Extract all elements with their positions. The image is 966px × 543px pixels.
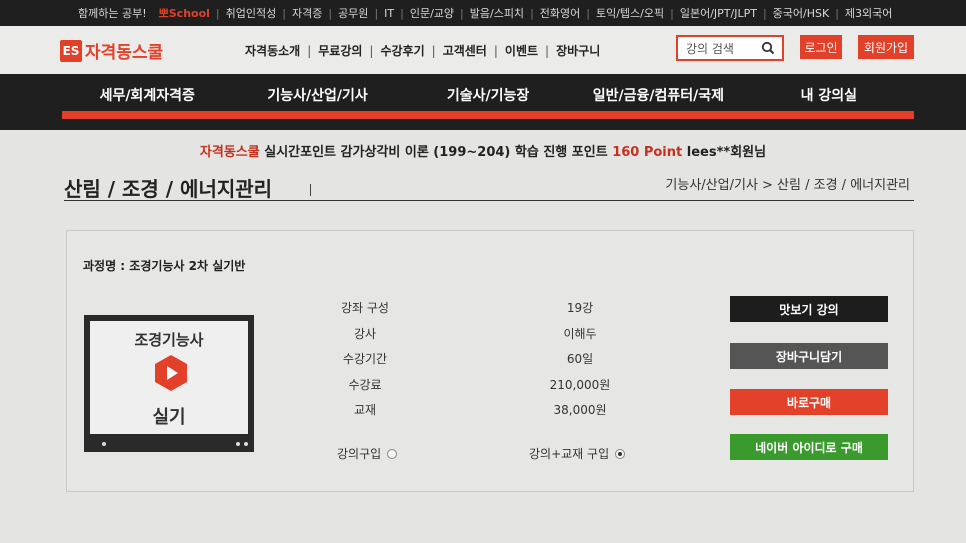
nav-events[interactable]: 이벤트: [498, 42, 545, 59]
course-panel: 과정명 : 조경기능사 2차 실기반 조경기능사 실기 강좌 구성 19강 강사…: [66, 230, 914, 492]
info-value: 210,000원: [549, 377, 611, 392]
naver-pay-button[interactable]: 네이버 아이디로 구매: [730, 434, 888, 460]
thumbnail-title: 조경기능사: [134, 331, 204, 349]
category-underline: [62, 111, 914, 119]
play-icon[interactable]: [155, 355, 187, 391]
login-button[interactable]: 로그인: [800, 35, 842, 59]
category-bar: 세무/회계자격증 기능사/산업/기사 기술사/기능장 일반/금융/컴퓨터/국제 …: [0, 74, 966, 130]
nav-cart[interactable]: 장바구니: [549, 42, 607, 59]
logo-text: 자격동스쿨: [85, 43, 164, 63]
title-divider: [310, 184, 311, 196]
topbar-link-toeic[interactable]: 토익/텝스/오픽: [590, 5, 670, 21]
tab-technician[interactable]: 기능사/산업/기사: [232, 74, 402, 116]
radio-lecture-book[interactable]: [615, 448, 626, 459]
tab-my-classroom[interactable]: 내 강의실: [744, 74, 914, 116]
points-text: 실시간포인트 감가상각비 이론 (199~204) 학습 진행 포인트: [264, 145, 608, 160]
course-info-table: 강좌 구성 19강 강사 이해두 수강기간 60일 수강료 210,000원 교…: [317, 295, 657, 423]
top-utility-bar: 함께하는 공부! 뽀School | 취업인적성 | 자격증 | 공무원 | I…: [0, 0, 966, 26]
thumbnail-indicator-icon: [102, 442, 106, 446]
info-value: 19강: [566, 301, 594, 316]
topbar-brand-link[interactable]: 뽀School: [153, 5, 216, 21]
info-row-composition: 강좌 구성 19강: [317, 295, 657, 321]
radio-lecture-only[interactable]: [387, 448, 398, 459]
option-lecture-label: 강의구입: [337, 447, 382, 461]
main-nav: 자격동소개 | 무료강의 | 수강후기 | 고객센터 | 이벤트 | 장바구니: [238, 42, 607, 59]
info-key: 수강료: [348, 377, 382, 392]
option-lecture-only[interactable]: 강의구입: [337, 445, 398, 462]
topbar-link-other-languages[interactable]: 제3외국어: [839, 5, 898, 21]
topbar-slogan: 함께하는 공부!: [78, 7, 147, 20]
option-lecture-book-label: 강의+교재 구입: [529, 447, 610, 461]
info-row-fee: 수강료 210,000원: [317, 372, 657, 398]
topbar-link-phone-english[interactable]: 전화영어: [534, 5, 586, 21]
info-key: 수강기간: [342, 352, 388, 367]
info-value: 이해두: [563, 326, 597, 341]
info-key: 강좌 구성: [341, 301, 389, 316]
tab-general-finance[interactable]: 일반/금융/컴퓨터/국제: [573, 74, 743, 116]
page-title: 산림 / 조경 / 에너지관리: [64, 177, 273, 201]
tab-professional-engineer[interactable]: 기술사/기능장: [403, 74, 573, 116]
buy-now-button[interactable]: 바로구매: [730, 389, 888, 415]
realtime-points-banner: 자격동스쿨 실시간포인트 감가상각비 이론 (199~204) 학습 진행 포인…: [0, 141, 966, 160]
site-logo[interactable]: ES 자격동스쿨: [60, 38, 163, 63]
search-input[interactable]: 강의 검색: [676, 35, 784, 61]
topbar-link-aptitude[interactable]: 취업인적성: [220, 5, 283, 21]
add-to-cart-button[interactable]: 장바구니담기: [730, 343, 888, 369]
nav-about[interactable]: 자격동소개: [238, 42, 307, 59]
tab-tax-accounting[interactable]: 세무/회계자격증: [62, 74, 232, 116]
thumbnail-subtitle: 실기: [152, 407, 186, 428]
search-placeholder: 강의 검색: [686, 41, 734, 56]
category-tabs: 세무/회계자격증 기능사/산업/기사 기술사/기능장 일반/금융/컴퓨터/국제 …: [62, 74, 914, 116]
nav-customer-center[interactable]: 고객센터: [436, 42, 494, 59]
info-row-instructor: 강사 이해두: [317, 321, 657, 347]
topbar-link-japanese[interactable]: 일본어/JPT/JLPT: [674, 5, 763, 21]
top-utility-links: 함께하는 공부! 뽀School | 취업인적성 | 자격증 | 공무원 | I…: [72, 0, 898, 26]
course-thumbnail[interactable]: 조경기능사 실기: [84, 315, 254, 452]
breadcrumb[interactable]: 기능사/산업/기사 > 산림 / 조경 / 에너지관리: [665, 174, 910, 193]
preview-lecture-button[interactable]: 맛보기 강의: [730, 296, 888, 322]
points-user: lees**회원님: [686, 145, 767, 160]
thumbnail-dots-icon: [236, 442, 248, 447]
topbar-link-humanities[interactable]: 인문/교양: [404, 5, 460, 21]
points-value: 160 Point: [612, 145, 683, 160]
site-header: ES 자격동스쿨 자격동소개 | 무료강의 | 수강후기 | 고객센터 | 이벤…: [0, 26, 966, 74]
info-row-period: 수강기간 60일: [317, 346, 657, 372]
points-brand: 자격동스쿨: [199, 145, 260, 160]
info-value: 60일: [566, 352, 594, 367]
thumbnail-screen: 조경기능사 실기: [90, 321, 248, 434]
topbar-link-chinese[interactable]: 중국어/HSK: [767, 5, 836, 21]
nav-reviews[interactable]: 수강후기: [373, 42, 431, 59]
topbar-link-it[interactable]: IT: [378, 7, 400, 20]
info-key: 교재: [353, 403, 377, 418]
logo-mark-icon: ES: [60, 39, 82, 62]
info-key: 강사: [353, 326, 377, 341]
signup-button[interactable]: 회원가입: [858, 35, 914, 59]
nav-free-lectures[interactable]: 무료강의: [311, 42, 369, 59]
topbar-link-speech[interactable]: 발음/스피치: [464, 5, 530, 21]
title-underline: [64, 200, 914, 201]
topbar-link-certificate[interactable]: 자격증: [286, 5, 328, 21]
topbar-link-civil-service[interactable]: 공무원: [332, 5, 374, 21]
course-name: 과정명 : 조경기능사 2차 실기반: [83, 259, 246, 273]
info-value: 38,000원: [553, 403, 607, 418]
search-icon[interactable]: [761, 41, 775, 55]
option-lecture-book[interactable]: 강의+교재 구입: [529, 445, 626, 462]
info-row-textbook: 교재 38,000원: [317, 397, 657, 423]
